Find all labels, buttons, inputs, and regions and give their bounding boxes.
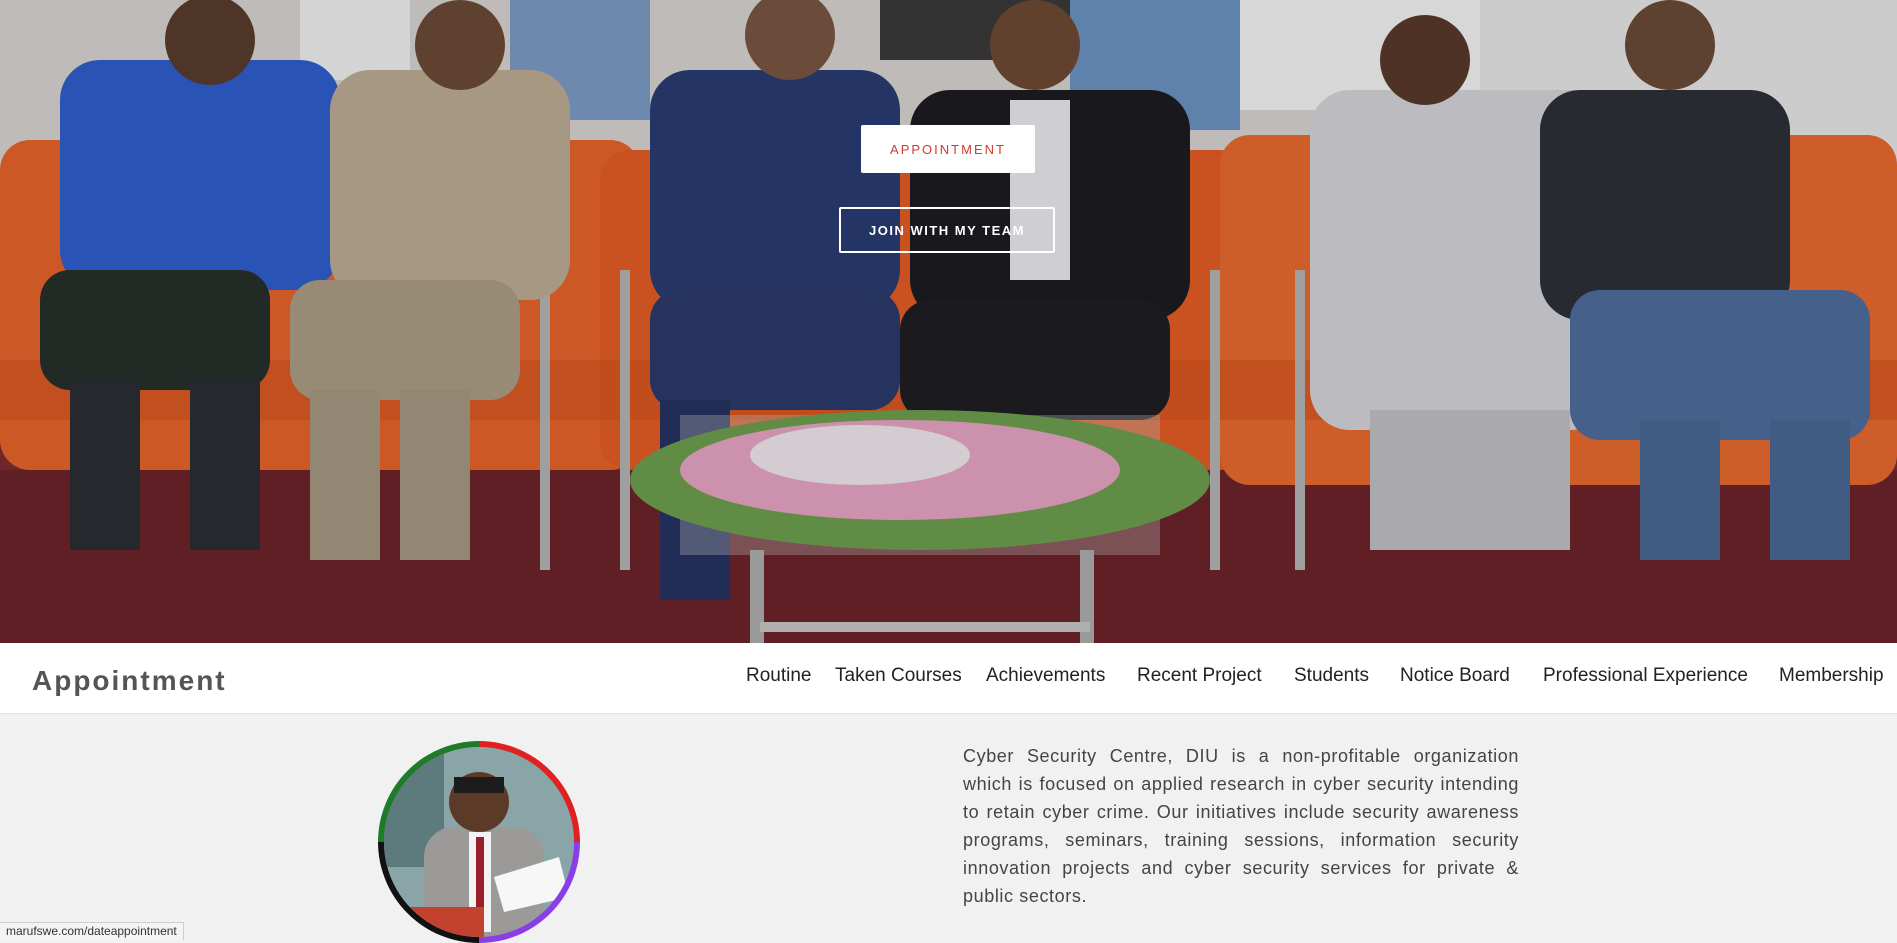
nav-item-notice-board[interactable]: Notice Board bbox=[1400, 665, 1510, 687]
nav-item-recent-project[interactable]: Recent Project bbox=[1137, 665, 1262, 687]
join-team-button[interactable]: JOIN WITH MY TEAM bbox=[839, 207, 1055, 253]
nav-item-taken-courses[interactable]: Taken Courses bbox=[835, 665, 962, 687]
nav-item-routine[interactable]: Routine bbox=[746, 665, 812, 687]
nav-item-professional-experience[interactable]: Professional Experience bbox=[1543, 665, 1748, 687]
nav-item-membership[interactable]: Membership bbox=[1779, 665, 1884, 687]
appointment-button[interactable]: APPOINTMENT bbox=[861, 125, 1035, 173]
status-bar-url: marufswe.com/dateappointment bbox=[0, 922, 184, 940]
main-navbar: Appointment Routine Taken Courses Achiev… bbox=[0, 643, 1897, 714]
profile-avatar bbox=[378, 741, 580, 943]
nav-menu: Routine Taken Courses Achievements Recen… bbox=[0, 643, 1897, 713]
nav-item-students[interactable]: Students bbox=[1294, 665, 1369, 687]
hero-banner: APPOINTMENT JOIN WITH MY TEAM bbox=[0, 0, 1897, 643]
nav-item-achievements[interactable]: Achievements bbox=[986, 665, 1105, 687]
about-description: Cyber Security Centre, DIU is a non-prof… bbox=[963, 746, 1519, 906]
avatar-photo bbox=[384, 747, 574, 937]
avatar-image bbox=[384, 747, 574, 937]
hero-overlay bbox=[0, 0, 1897, 643]
